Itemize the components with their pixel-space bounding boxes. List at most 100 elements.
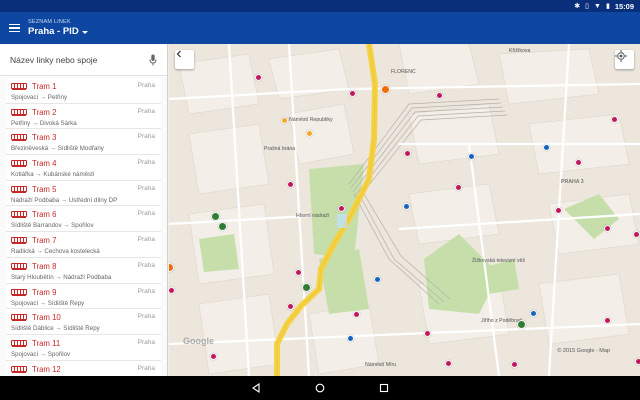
hamburger-icon [8,23,20,33]
map-stop-marker[interactable] [610,115,618,123]
map-stop-marker[interactable] [403,149,411,157]
map-stop-marker[interactable] [516,319,526,329]
map-stop-marker[interactable] [280,116,288,124]
battery-icon: ▮ [605,3,610,10]
home-circle-icon [315,383,325,393]
recents-square-icon [379,383,389,393]
line-route: Nádraží Podbaba → Ústřední dílny DP [11,196,118,204]
microphone-icon[interactable] [149,54,157,66]
map-stop-marker[interactable] [454,183,462,191]
map-label-krizikova: Křižíkova [509,48,531,54]
map-label-hlavni-nadrazi: Hlavní nádraží [296,213,330,219]
map-stop-marker[interactable] [603,316,611,324]
tram-icon [11,262,27,270]
map-stop-marker[interactable] [373,275,381,283]
map-stop-marker[interactable] [467,152,475,160]
map-stop-marker[interactable] [209,352,217,360]
map-label-namesti-republiky: Náměstí Republiky [289,117,333,123]
line-city: Praha [137,261,155,269]
line-city: Praha [137,338,155,346]
back-triangle-icon [252,383,260,393]
map-stop-marker[interactable] [346,334,354,342]
line-city: Praha [137,364,155,372]
map-stop-marker[interactable] [529,309,537,317]
my-location-button[interactable] [615,50,634,69]
line-list-item[interactable]: Tram 1 Praha Spojovací → Petřiny [6,78,161,104]
map-stop-marker[interactable] [444,359,452,367]
line-list-item[interactable]: Tram 10 Praha Sídliště Ďáblice → Sídliště … [6,309,161,335]
map-canvas [169,44,640,376]
map-stop-marker[interactable] [305,129,313,137]
line-list-item[interactable]: Tram 9 Praha Spojovací → Sídliště Řepy [6,283,161,310]
line-list-item[interactable]: Tram 6 Praha Sídliště Barrandov → Spořilov [6,206,161,233]
map-stop-marker[interactable] [169,286,175,294]
map-stop-marker[interactable] [510,360,518,368]
search-input[interactable]: Název linky nebo spoje [10,55,149,65]
map-stop-marker[interactable] [301,282,311,292]
line-route: Petřiny → Divoká Šárka [11,119,77,127]
app-bar: SEZNAM LINEK Praha - PID [0,12,640,44]
map-stop-marker[interactable] [603,224,611,232]
app-subtitle: SEZNAM LINEK [28,18,71,25]
line-list-item[interactable]: Tram 5 Praha Nádraží Podbaba → Ústřední dí… [6,180,161,207]
map-stop-marker[interactable] [634,357,640,365]
map-stop-marker[interactable] [217,221,227,231]
line-route: Radlická → Čechova kostelecká [11,248,100,256]
title-area: SEZNAM LINEK Praha - PID [28,18,88,37]
tram-icon [11,83,27,90]
line-city: Praha [137,287,155,295]
line-route: Kotlářka → Kubánské náměstí [11,171,95,179]
map-stop-marker[interactable] [294,268,302,276]
line-list-item[interactable]: Tram 3 Praha Březiněveská → Sídliště Modřa… [6,129,161,156]
map-stop-marker[interactable] [348,89,356,97]
line-list-item[interactable]: Tram 8 Praha Starý Hloubětín → Nádraží Pod… [6,257,161,284]
map-stop-marker[interactable] [286,180,294,188]
map-stop-marker[interactable] [352,310,360,318]
map-stop-marker[interactable] [554,206,562,214]
menu-button[interactable] [0,12,28,44]
tram-icon [11,185,27,193]
map-view[interactable]: Křižíkova FLORENC Náměstí Republiky Praš… [169,44,640,376]
collapse-panel-button[interactable] [175,50,194,69]
line-route: Sídliště Ďáblice → Sídliště Řepy [11,325,100,333]
map-stop-marker[interactable] [380,84,390,94]
line-list-item[interactable]: Tram 12 Praha [6,360,161,376]
line-city: Praha [137,82,155,89]
system-nav-bar [0,376,640,400]
map-stop-marker[interactable] [169,262,174,272]
map-label-florenc: FLORENC [391,69,416,75]
map-stop-marker[interactable] [254,73,262,81]
crosshair-icon [615,50,627,62]
line-list-item[interactable]: Tram 11 Praha Spojovací → Spořilov [6,334,161,361]
line-city: Praha [137,210,155,218]
clock: 15:09 [614,1,634,11]
line-list-item[interactable]: Tram 2 Praha Petřiny → Divoká Šárka [6,103,161,130]
line-city: Praha [137,159,155,167]
line-route: Březiněveská → Sídliště Modřany [11,145,104,153]
line-city: Praha [137,236,155,244]
map-stop-marker[interactable] [574,158,582,166]
line-city: Praha [137,107,155,115]
line-list-item[interactable]: Tram 4 Praha Kotlářka → Kubánské náměstí [6,155,161,181]
back-nav-button[interactable] [224,376,288,400]
line-list-item[interactable]: Tram 7 Praha Radlická → Čechova kostelecká [6,232,161,258]
map-stop-marker[interactable] [435,91,443,99]
home-nav-button[interactable] [288,376,352,400]
tram-icon [11,211,27,219]
city-selector[interactable]: Praha - PID [28,27,88,37]
map-stop-marker[interactable] [423,329,431,337]
map-stop-marker[interactable] [632,230,640,238]
line-city: Praha [137,313,155,321]
map-stop-marker[interactable] [402,202,410,210]
line-route: Starý Hloubětín → Nádraží Podbaba [11,273,112,281]
map-stop-marker[interactable] [337,204,345,212]
search-bar[interactable]: Název linky nebo spoje [0,44,167,76]
tram-icon [11,108,27,116]
map-stop-marker[interactable] [286,302,294,310]
map-stop-marker[interactable] [210,211,220,221]
lines-list: Tram 1 Praha Spojovací → Petřiny Tram 2 Prah… [0,76,167,376]
tram-icon [11,314,27,322]
map-stop-marker[interactable] [542,143,550,151]
wifi-icon: ▼ [594,2,601,10]
recents-nav-button[interactable] [352,376,416,400]
